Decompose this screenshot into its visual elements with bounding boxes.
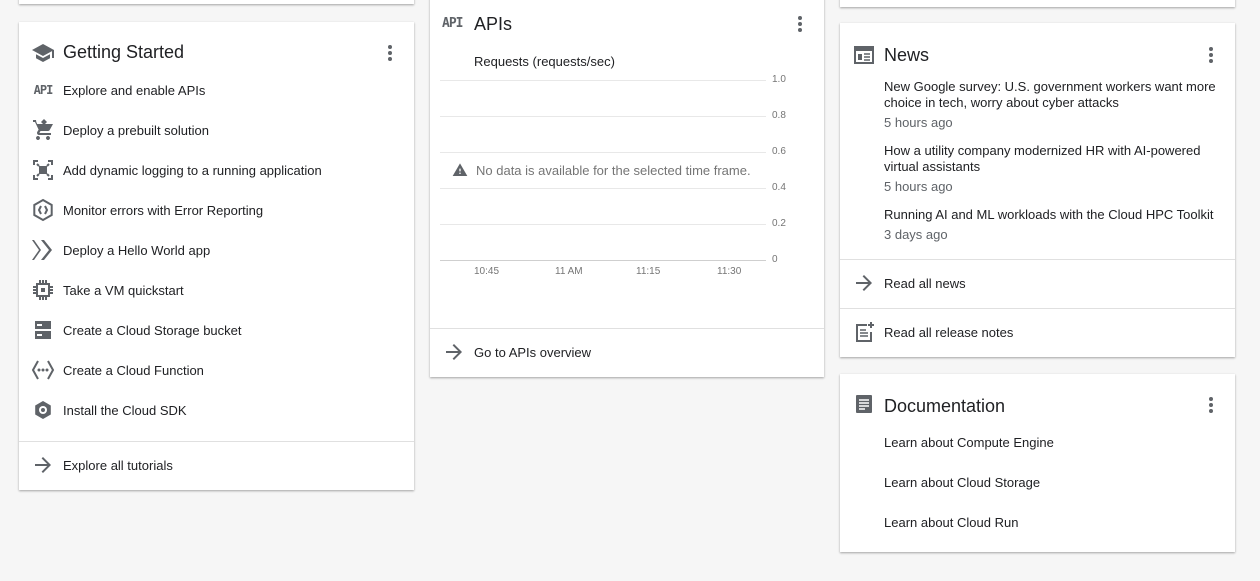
- divider: [840, 259, 1235, 260]
- divider: [19, 441, 414, 442]
- chart-gridline: [440, 152, 766, 153]
- chart-y-tick-label: 0.2: [772, 218, 786, 229]
- divider: [430, 328, 824, 329]
- chart-gridline: [440, 260, 766, 261]
- chart-gridline: [440, 188, 766, 189]
- chart-gridline: [440, 116, 766, 117]
- go-to-apis-overview-link[interactable]: Go to APIs overview: [430, 332, 824, 372]
- tutorial-item-explore-apis[interactable]: API Explore and enable APIs: [19, 70, 414, 110]
- divider: [840, 308, 1235, 309]
- chart-y-tick-label: 0: [772, 254, 778, 265]
- api-icon: API: [33, 83, 54, 97]
- tutorial-item-prebuilt-solution[interactable]: Deploy a prebuilt solution: [19, 110, 414, 150]
- chart-y-tick-label: 0.6: [772, 146, 786, 157]
- error-reporting-icon: [31, 198, 55, 222]
- apis-more-icon[interactable]: [790, 14, 810, 34]
- newspaper-icon: [852, 43, 876, 67]
- doc-link-compute-engine[interactable]: Learn about Compute Engine: [884, 435, 1054, 450]
- tutorial-item-error-reporting[interactable]: Monitor errors with Error Reporting: [19, 190, 414, 230]
- news-title: News: [884, 45, 930, 65]
- graduation-cap-icon: [31, 41, 55, 65]
- news-item-time: 5 hours ago: [884, 179, 953, 194]
- tutorial-item-label: Install the Cloud SDK: [63, 402, 187, 418]
- storage-icon: [31, 318, 55, 342]
- documentation-more-icon[interactable]: [1201, 395, 1221, 415]
- chart-x-tick-label: 11:30: [717, 266, 742, 277]
- chart-gridline: [440, 80, 766, 81]
- explore-all-tutorials-label: Explore all tutorials: [63, 457, 173, 473]
- explore-all-tutorials-link[interactable]: Explore all tutorials: [19, 445, 414, 485]
- tutorial-item-label: Take a VM quickstart: [63, 282, 184, 298]
- getting-started-more-icon[interactable]: [380, 43, 400, 63]
- read-all-news-label: Read all news: [884, 275, 966, 291]
- tutorial-item-label: Add dynamic logging to a running applica…: [63, 162, 322, 178]
- news-item-title[interactable]: How a utility company modernized HR with…: [884, 143, 1224, 175]
- chart-x-tick-label: 10:45: [474, 266, 500, 277]
- no-data-text: No data is available for the selected ti…: [476, 162, 751, 178]
- cart-icon: [31, 118, 55, 142]
- read-all-release-notes-label: Read all release notes: [884, 324, 1014, 340]
- getting-started-title: Getting Started: [63, 42, 185, 62]
- go-to-apis-overview-label: Go to APIs overview: [474, 344, 592, 360]
- chart-title: Requests (requests/sec): [474, 54, 615, 69]
- apis-title: APIs: [474, 14, 513, 34]
- chip-icon: [31, 278, 55, 302]
- chart-y-tick-label: 0.4: [772, 182, 786, 193]
- doc-link-cloud-storage[interactable]: Learn about Cloud Storage: [884, 475, 1040, 490]
- tutorial-item-label: Deploy a prebuilt solution: [63, 122, 209, 138]
- tutorial-item-label: Monitor errors with Error Reporting: [63, 202, 264, 218]
- partial-card-right: [840, 0, 1235, 7]
- tutorial-item-vm-quickstart[interactable]: Take a VM quickstart: [19, 270, 414, 310]
- tutorial-item-label: Explore and enable APIs: [63, 82, 206, 98]
- chart-x-tick-label: 11:15: [636, 266, 661, 277]
- arrow-right-icon: [852, 271, 876, 295]
- news-item-time: 3 days ago: [884, 227, 948, 242]
- getting-started-card: Getting Started API Explore and enable A…: [19, 22, 414, 490]
- chart-area: 1.0 0.8 0.6 0.4 0.2 0 10:45 11 AM 11:15 11:30 No …: [430, 74, 824, 290]
- partial-card-left: [19, 0, 414, 4]
- arrow-right-icon: [442, 340, 466, 364]
- news-card: News New Google survey: U.S. government …: [840, 23, 1235, 357]
- debugger-icon: [31, 158, 55, 182]
- tutorial-item-dynamic-logging[interactable]: Add dynamic logging to a running applica…: [19, 150, 414, 190]
- tutorial-item-hello-world[interactable]: Deploy a Hello World app: [19, 230, 414, 270]
- apis-card: API APIs Requests (requests/sec) 1.0 0.8 0…: [430, 0, 824, 377]
- no-data-message: No data is available for the selected ti…: [452, 162, 751, 178]
- arrow-right-icon: [31, 453, 55, 477]
- warning-icon: [452, 162, 468, 178]
- release-notes-icon: [852, 320, 876, 344]
- chart-y-tick-label: 0.8: [772, 110, 786, 121]
- document-icon: [852, 392, 876, 416]
- sdk-icon: [31, 398, 55, 422]
- news-item-time: 5 hours ago: [884, 115, 953, 130]
- chart-gridline: [440, 224, 766, 225]
- tutorial-item-label: Create a Cloud Storage bucket: [63, 322, 242, 338]
- tutorial-item-cloud-sdk[interactable]: Install the Cloud SDK: [19, 390, 414, 430]
- news-item-title[interactable]: Running AI and ML workloads with the Clo…: [884, 207, 1224, 223]
- tutorial-item-storage-bucket[interactable]: Create a Cloud Storage bucket: [19, 310, 414, 350]
- documentation-title: Documentation: [884, 396, 1006, 416]
- api-icon: API: [442, 16, 464, 31]
- app-engine-icon: [31, 238, 55, 262]
- function-icon: [31, 358, 55, 382]
- read-all-news-link[interactable]: Read all news: [840, 263, 1235, 303]
- tutorial-item-label: Deploy a Hello World app: [63, 242, 211, 258]
- tutorial-item-cloud-function[interactable]: Create a Cloud Function: [19, 350, 414, 390]
- chart-y-tick-label: 1.0: [772, 74, 786, 85]
- read-all-release-notes-link[interactable]: Read all release notes: [840, 312, 1235, 352]
- doc-link-cloud-run[interactable]: Learn about Cloud Run: [884, 515, 1018, 530]
- news-more-icon[interactable]: [1201, 45, 1221, 65]
- news-item-title[interactable]: New Google survey: U.S. government worke…: [884, 79, 1224, 111]
- chart-x-tick-label: 11 AM: [555, 266, 583, 277]
- documentation-card: Documentation Learn about Compute Engine…: [840, 374, 1235, 552]
- tutorial-item-label: Create a Cloud Function: [63, 362, 204, 378]
